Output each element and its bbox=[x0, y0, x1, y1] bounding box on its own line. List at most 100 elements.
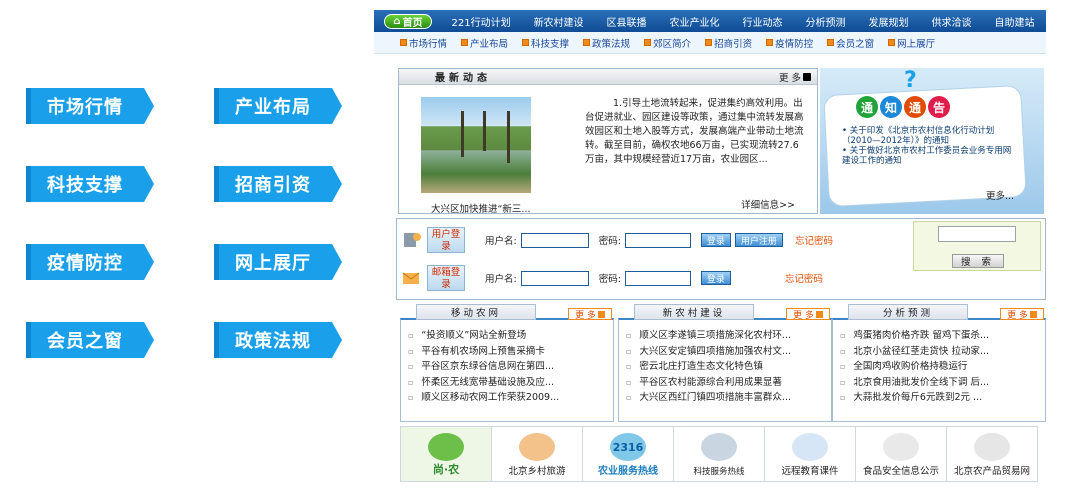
link-trade-net[interactable]: 北京农产品贸易网 bbox=[947, 427, 1037, 481]
user-login-row: 用户登录 用户名: 密码: 登录 用户注册 忘记密码 bbox=[397, 223, 833, 257]
tile-market[interactable]: 市场行情 bbox=[26, 88, 154, 124]
leaf-icon bbox=[428, 433, 464, 461]
link-remote-education[interactable]: 远程教育课件 bbox=[765, 427, 856, 481]
notice-more-link[interactable]: 更多... bbox=[986, 188, 1014, 202]
notice-item[interactable]: • 关于印发《北京市农村信息化行动计划（2010—2012年）》的通知 bbox=[842, 126, 1012, 146]
tile-tech[interactable]: 科技支撑 bbox=[26, 166, 154, 202]
column-analysis: 分析预测 更 多 鸡蛋猪肉价格齐跌 留鸡下蛋杀... 北京小盆径红茎走货快 拉动… bbox=[830, 304, 1048, 422]
mail-password-input[interactable] bbox=[624, 270, 691, 286]
question-mark-icon: ? bbox=[904, 68, 917, 93]
password-label: 密码: bbox=[598, 236, 621, 247]
list-item[interactable]: 大蒜批发价每斤6元跌到2元 ... bbox=[840, 390, 1040, 406]
notice-panel: ? 通 知 通 告 • 关于印发《北京市农村信息化行动计划（2010—2012年… bbox=[820, 68, 1044, 214]
more-icon bbox=[803, 72, 811, 81]
mail-password-label: 密码: bbox=[598, 274, 621, 285]
tile-policy[interactable]: 政策法规 bbox=[214, 322, 342, 358]
column-mobile-net: 移动农网 更 多 “投资顺义”网站全新登场 平谷有机农场网上预售采摘卡 平谷区京… bbox=[398, 304, 616, 422]
food-icon bbox=[883, 433, 919, 461]
list-item[interactable]: 怀柔区无线宽带基础设施及应... bbox=[408, 375, 608, 391]
subnav-item[interactable]: 疫情防控 bbox=[766, 36, 813, 50]
column-more-button[interactable]: 更 多 bbox=[568, 308, 612, 321]
search-input[interactable] bbox=[938, 226, 1016, 242]
subnav-item[interactable]: 市场行情 bbox=[400, 36, 447, 50]
link-shangnong[interactable]: 尚·农 bbox=[401, 427, 492, 481]
column-title[interactable]: 新农村建设 bbox=[634, 304, 754, 320]
list-item[interactable]: 顺义区移动农网工作荣获2009... bbox=[408, 390, 608, 406]
tile-online-hall[interactable]: 网上展厅 bbox=[214, 244, 342, 280]
link-rural-tourism[interactable]: 北京乡村旅游 bbox=[492, 427, 583, 481]
list-item[interactable]: 大兴区安定镇四项措施加强农村文... bbox=[626, 344, 826, 360]
notice-char: 告 bbox=[928, 96, 950, 118]
subnav-item[interactable]: 会员之窗 bbox=[827, 36, 874, 50]
tile-investment[interactable]: 招商引资 bbox=[214, 166, 342, 202]
notice-char: 通 bbox=[904, 96, 926, 118]
link-food-safety[interactable]: 食品安全信息公示 bbox=[856, 427, 947, 481]
subnav-item[interactable]: 招商引资 bbox=[705, 36, 752, 50]
news-title: 最新动态 bbox=[435, 73, 491, 84]
subnav-item[interactable]: 郊区简介 bbox=[644, 36, 691, 50]
list-item[interactable]: 平谷区农村能源综合利用成果显著 bbox=[626, 375, 826, 391]
sub-nav: 市场行情 产业布局 科技支撑 政策法规 郊区简介 招商引资 疫情防控 会员之窗 … bbox=[374, 32, 1046, 54]
tile-epidemic[interactable]: 疫情防控 bbox=[26, 244, 154, 280]
notice-char: 通 bbox=[856, 96, 878, 118]
username-label: 用户名: bbox=[485, 236, 517, 247]
column-new-village: 新农村建设 更 多 顺义区李遂镇三项措施深化农村环... 大兴区安定镇四项措施加… bbox=[616, 304, 834, 422]
mail-username-input[interactable] bbox=[520, 270, 589, 286]
notice-item[interactable]: • 关于做好北京市农村工作委员会业务专用网建设工作的通知 bbox=[842, 146, 1012, 166]
news-caption[interactable]: 大兴区加快推进“新三... bbox=[431, 201, 530, 215]
subnav-item[interactable]: 产业布局 bbox=[461, 36, 508, 50]
login-button[interactable]: 登录 bbox=[700, 233, 731, 247]
nav-item[interactable]: 分析预测 bbox=[806, 14, 846, 29]
list-item[interactable]: 全国肉鸡收购价格持稳运行 bbox=[840, 359, 1040, 375]
subnav-item[interactable]: 科技支撑 bbox=[522, 36, 569, 50]
nav-item[interactable]: 区县联播 bbox=[607, 14, 647, 29]
search-box: 搜 索 bbox=[913, 221, 1041, 271]
nav-item[interactable]: 供求洽谈 bbox=[931, 14, 971, 29]
mail-forgot-link[interactable]: 忘记密码 bbox=[785, 271, 823, 285]
tech-hotline-icon bbox=[701, 433, 737, 461]
tile-member[interactable]: 会员之窗 bbox=[26, 322, 154, 358]
nav-item[interactable]: 发展规划 bbox=[868, 14, 908, 29]
subnav-item[interactable]: 网上展厅 bbox=[888, 36, 935, 50]
education-icon bbox=[792, 433, 828, 461]
news-photo[interactable] bbox=[421, 97, 531, 193]
list-item[interactable]: 密云北庄打造生态文化特色镇 bbox=[626, 359, 826, 375]
home-button[interactable]: ⌂ 首页 bbox=[384, 13, 432, 29]
column-title[interactable]: 分析预测 bbox=[848, 304, 968, 320]
list-item[interactable]: 平谷有机农场网上预售采摘卡 bbox=[408, 344, 608, 360]
news-detail-link[interactable]: 详细信息>> bbox=[741, 197, 795, 211]
tile-industry[interactable]: 产业布局 bbox=[214, 88, 342, 124]
username-input[interactable] bbox=[520, 232, 589, 248]
column-more-button[interactable]: 更 多 bbox=[786, 308, 830, 321]
list-item[interactable]: “投资顺义”网站全新登场 bbox=[408, 328, 608, 344]
nav-item[interactable]: 行业动态 bbox=[743, 14, 783, 29]
nav-item[interactable]: 自助建站 bbox=[994, 14, 1034, 29]
password-input[interactable] bbox=[624, 232, 691, 248]
nav-item[interactable]: 221行动计划 bbox=[451, 14, 510, 29]
column-more-button[interactable]: 更 多 bbox=[1000, 308, 1044, 321]
link-agri-hotline[interactable]: 2316 农业服务热线 bbox=[583, 427, 674, 481]
home-label: 首页 bbox=[402, 17, 423, 29]
list-item[interactable]: 顺义区李遂镇三项措施深化农村环... bbox=[626, 328, 826, 344]
search-button[interactable]: 搜 索 bbox=[952, 254, 1004, 268]
column-title[interactable]: 移动农网 bbox=[416, 304, 536, 320]
notice-char: 知 bbox=[880, 96, 902, 118]
link-tech-hotline[interactable]: 科技服务热线 bbox=[674, 427, 765, 481]
list-item[interactable]: 北京食用油批发价全线下调 后... bbox=[840, 375, 1040, 391]
list-item[interactable]: 大兴区西红门镇四项措施丰富群众... bbox=[626, 390, 826, 406]
list-item[interactable]: 鸡蛋猪肉价格齐跌 留鸡下蛋杀... bbox=[840, 328, 1040, 344]
news-more-link[interactable]: 更 多 bbox=[779, 70, 811, 84]
user-icon bbox=[404, 233, 421, 247]
mail-login-button[interactable]: 登录 bbox=[700, 271, 731, 285]
hotline-number: 2316 bbox=[612, 441, 644, 454]
register-button[interactable]: 用户注册 bbox=[734, 233, 783, 247]
forgot-password-link[interactable]: 忘记密码 bbox=[795, 233, 833, 247]
subnav-item[interactable]: 政策法规 bbox=[583, 36, 630, 50]
list-item[interactable]: 平谷区京东绿谷信息网在第四... bbox=[408, 359, 608, 375]
nav-item[interactable]: 农业产业化 bbox=[670, 14, 720, 29]
list-item[interactable]: 北京小盆径红茎走货快 拉动家... bbox=[840, 344, 1040, 360]
phone-icon bbox=[974, 433, 1010, 461]
nav-item[interactable]: 新农村建设 bbox=[534, 14, 584, 29]
latest-news-panel: 最新动态 更 多 大兴区加快推进“新三... 1.引导土地流转起来，促进集约高效利… bbox=[398, 68, 818, 215]
mail-login-label: 邮箱登录 bbox=[427, 265, 465, 291]
